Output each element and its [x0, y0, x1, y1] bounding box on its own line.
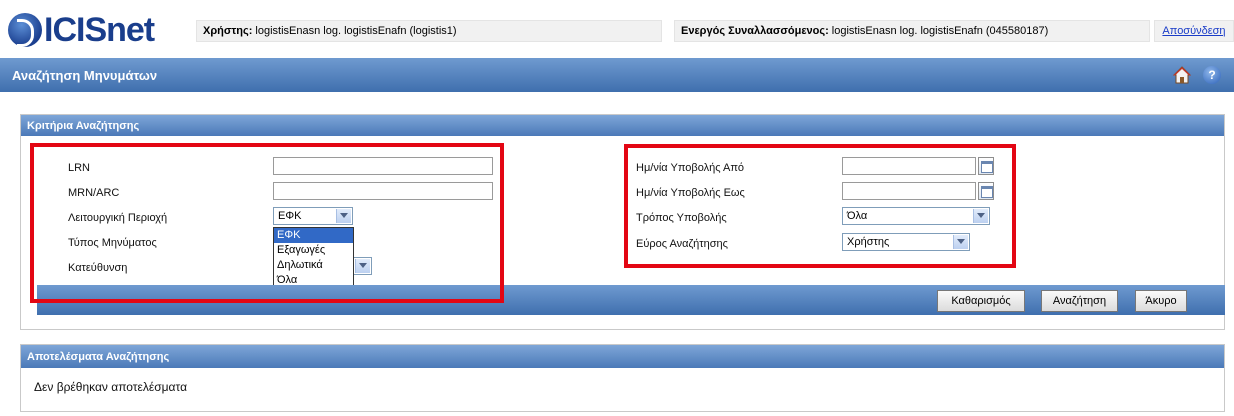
logout-link[interactable]: Αποσύνδεση	[1154, 20, 1234, 42]
highlight-box-right	[624, 144, 1016, 268]
current-user-box: Χρήστης: logistisEnasn log. logistisEnaf…	[196, 20, 662, 42]
active-trader-label: Ενεργός Συναλλασσόμενος:	[681, 25, 829, 37]
criteria-panel-header: Κριτήρια Αναζήτησης	[21, 115, 1224, 136]
active-trader-box: Ενεργός Συναλλασσόμενος: logistisEnasn l…	[674, 20, 1150, 42]
icisnet-logo: ICISnet	[8, 10, 155, 49]
active-trader-value: logistisEnasn log. logistisEnafn (045580…	[831, 25, 1049, 37]
search-results-panel: Αποτελέσματα Αναζήτησης	[20, 344, 1225, 412]
criteria-title: Κριτήρια Αναζήτησης	[27, 119, 140, 132]
user-label: Χρήστης:	[203, 25, 253, 37]
results-panel-header: Αποτελέσματα Αναζήτησης	[21, 345, 1224, 368]
cancel-button[interactable]: Άκυρο	[1135, 290, 1187, 312]
no-results-text: Δεν βρέθηκαν αποτελέσματα	[34, 380, 188, 394]
page-title-bar: Αναζήτηση Μηνυμάτων	[0, 58, 1234, 92]
search-button[interactable]: Αναζήτηση	[1041, 290, 1118, 312]
clear-button[interactable]: Καθαρισμός	[937, 290, 1025, 312]
highlight-box-left	[30, 143, 504, 303]
user-value: logistisEnasn log. logistisEnafn (logist…	[255, 25, 457, 37]
logo-text: ICISnet	[44, 10, 155, 49]
top-bar: ICISnet Χρήστης: logistisEnasn log. logi…	[0, 0, 1234, 58]
home-icon[interactable]	[1173, 66, 1191, 84]
page-title: Αναζήτηση Μηνυμάτων	[12, 67, 158, 83]
results-title: Αποτελέσματα Αναζήτησης	[27, 350, 170, 363]
logo-emblem-icon	[8, 13, 42, 47]
help-icon[interactable]: ?	[1203, 66, 1221, 84]
